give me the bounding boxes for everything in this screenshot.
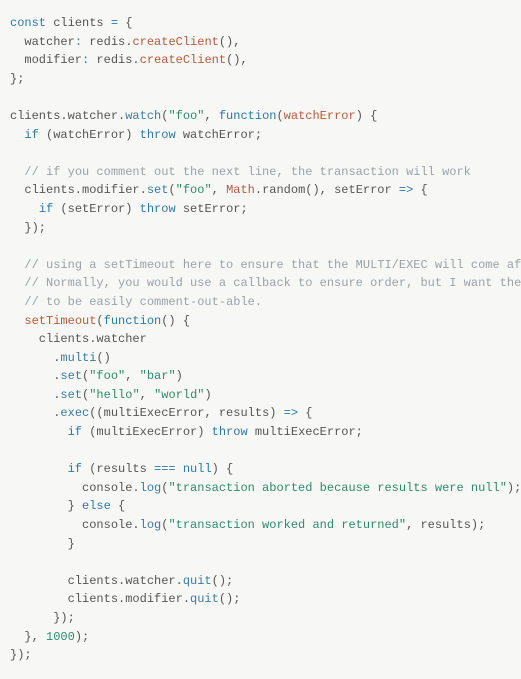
code-line: if (results === null) { <box>10 460 511 479</box>
code-line: clients.modifier.set("foo", Math.random(… <box>10 181 511 200</box>
code-line: .set("foo", "bar") <box>10 367 511 386</box>
code-line: clients.modifier.quit(); <box>10 590 511 609</box>
code-line <box>10 88 511 107</box>
code-line <box>10 237 511 256</box>
code-line: if (watchError) throw watchError; <box>10 126 511 145</box>
code-line: console.log("transaction aborted because… <box>10 479 511 498</box>
code-line: if (setError) throw setError; <box>10 200 511 219</box>
code-line: } else { <box>10 497 511 516</box>
code-block: const clients = { watcher: redis.createC… <box>10 14 511 665</box>
code-line: }, 1000); <box>10 628 511 647</box>
code-line: }); <box>10 219 511 238</box>
code-line: .multi() <box>10 349 511 368</box>
code-line: // using a setTimeout here to ensure tha… <box>10 256 511 275</box>
code-line: setTimeout(function() { <box>10 312 511 331</box>
code-line: .exec((multiExecError, results) => { <box>10 404 511 423</box>
code-line <box>10 442 511 461</box>
code-line: watcher: redis.createClient(), <box>10 33 511 52</box>
code-line: console.log("transaction worked and retu… <box>10 516 511 535</box>
code-line: } <box>10 535 511 554</box>
code-line: }); <box>10 646 511 665</box>
code-line: }); <box>10 609 511 628</box>
code-line: .set("hello", "world") <box>10 386 511 405</box>
code-line: // Normally, you would use a callback to… <box>10 274 511 293</box>
code-line: clients.watcher.watch("foo", function(wa… <box>10 107 511 126</box>
code-line: // if you comment out the next line, the… <box>10 163 511 182</box>
code-line: const clients = { <box>10 14 511 33</box>
code-line <box>10 144 511 163</box>
code-line: clients.watcher <box>10 330 511 349</box>
code-line <box>10 553 511 572</box>
code-line: if (multiExecError) throw multiExecError… <box>10 423 511 442</box>
code-line: clients.watcher.quit(); <box>10 572 511 591</box>
code-line: // to be easily comment-out-able. <box>10 293 511 312</box>
code-line: modifier: redis.createClient(), <box>10 51 511 70</box>
code-line: }; <box>10 70 511 89</box>
